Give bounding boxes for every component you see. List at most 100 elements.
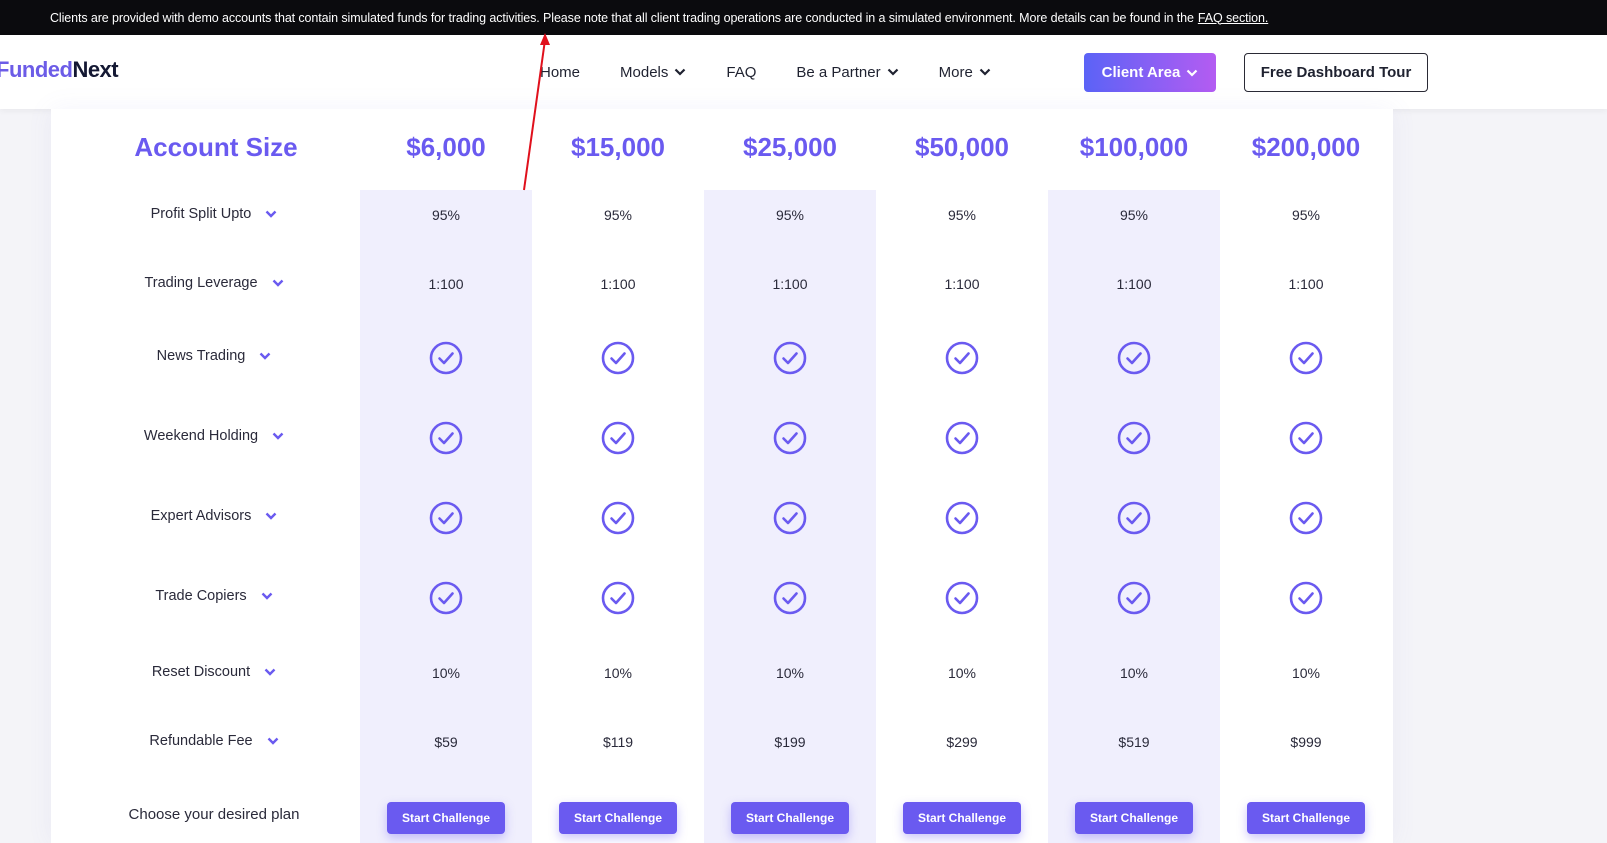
feature-label-text: Weekend Holding (143, 428, 259, 444)
check-circle-icon (1117, 341, 1151, 375)
account-size-header: $100,000 (1079, 132, 1189, 162)
chevron-down-icon[interactable] (265, 210, 277, 218)
feature-value-cell: 95% (431, 207, 461, 223)
chevron-down-icon (887, 68, 899, 76)
feature-label-text: Reset Discount (151, 664, 251, 680)
feature-value-cell: 1:100 (1116, 276, 1152, 292)
chevron-down-icon[interactable] (265, 512, 277, 520)
nav-faq[interactable]: FAQ (726, 64, 756, 81)
feature-value-cell: 10% (431, 665, 461, 681)
feature-value-cell: 95% (775, 207, 805, 223)
notice-text: Clients are provided with demo accounts … (50, 10, 1194, 25)
feature-row-label: Weekend Holding (104, 428, 324, 444)
feature-label-text: Profit Split Upto (150, 206, 252, 222)
check-circle-icon (429, 341, 463, 375)
feature-value-cell: 10% (1119, 665, 1149, 681)
feature-row-label: Trading Leverage (104, 275, 324, 291)
feature-value-cell: 95% (1291, 207, 1321, 223)
check-circle-icon (773, 501, 807, 535)
check-circle-icon (429, 501, 463, 535)
start-challenge-button[interactable]: Start Challenge (731, 802, 849, 834)
fundednext-logo[interactable]: FundedNext (0, 57, 119, 83)
check-circle-icon (429, 581, 463, 615)
feature-row-label: Profit Split Upto (104, 206, 324, 222)
feature-value-cell: $119 (602, 734, 634, 750)
check-circle-icon (773, 421, 807, 455)
check-circle-icon (1117, 421, 1151, 455)
check-circle-icon (1117, 501, 1151, 535)
check-circle-icon (601, 581, 635, 615)
check-circle-icon (1289, 341, 1323, 375)
feature-row-label: Trade Copiers (104, 588, 324, 604)
feature-label-text: News Trading (156, 348, 246, 364)
choose-plan-label: Choose your desired plan (128, 806, 300, 823)
account-size-label: Account Size (134, 132, 298, 162)
feature-value-cell: 95% (1119, 207, 1149, 223)
feature-value-cell: 10% (947, 665, 977, 681)
start-challenge-button[interactable]: Start Challenge (1075, 802, 1193, 834)
chevron-down-icon[interactable] (259, 352, 271, 360)
client-area-button[interactable]: Client Area (1084, 53, 1216, 92)
check-circle-icon (429, 421, 463, 455)
feature-value-cell: $59 (434, 734, 458, 750)
check-circle-icon (1289, 421, 1323, 455)
feature-value-cell: 10% (1291, 665, 1321, 681)
nav-models[interactable]: Models (620, 64, 686, 81)
check-circle-icon (601, 341, 635, 375)
chevron-down-icon[interactable] (272, 432, 284, 440)
chevron-down-icon[interactable] (267, 737, 279, 745)
feature-row-label: Expert Advisors (104, 508, 324, 524)
feature-value-cell: 1:100 (772, 276, 808, 292)
check-circle-icon (945, 421, 979, 455)
check-circle-icon (773, 581, 807, 615)
top-navbar: FundedNext Home Models FAQ Be a Partner … (0, 35, 1607, 109)
feature-value-cell: 95% (947, 207, 977, 223)
account-size-header: $200,000 (1251, 132, 1361, 162)
free-dashboard-tour-button[interactable]: Free Dashboard Tour (1244, 53, 1428, 92)
feature-value-cell: $999 (1290, 734, 1322, 750)
account-size-header: $15,000 (571, 132, 665, 162)
chevron-down-icon (674, 68, 686, 76)
feature-label-text: Refundable Fee (149, 733, 253, 749)
feature-label-text: Trading Leverage (144, 275, 258, 291)
feature-value-cell: $199 (774, 734, 806, 750)
feature-value-cell: 1:100 (1288, 276, 1324, 292)
check-circle-icon (945, 501, 979, 535)
faq-link[interactable]: FAQ section. (1198, 11, 1268, 25)
check-circle-icon (601, 501, 635, 535)
account-size-header: $50,000 (915, 132, 1009, 162)
chevron-down-icon[interactable] (264, 668, 276, 676)
start-challenge-button[interactable]: Start Challenge (387, 802, 505, 834)
feature-label-text: Expert Advisors (150, 508, 252, 524)
start-challenge-button[interactable]: Start Challenge (903, 802, 1021, 834)
check-circle-icon (945, 341, 979, 375)
feature-value-cell: 10% (603, 665, 633, 681)
feature-value-cell: 1:100 (428, 276, 464, 292)
feature-value-cell: 95% (603, 207, 633, 223)
check-circle-icon (945, 581, 979, 615)
account-size-header: $6,000 (406, 132, 486, 162)
check-circle-icon (1117, 581, 1151, 615)
check-circle-icon (1289, 501, 1323, 535)
chevron-down-icon[interactable] (261, 592, 273, 600)
feature-value-cell: 10% (775, 665, 805, 681)
start-challenge-button[interactable]: Start Challenge (1247, 802, 1365, 834)
chevron-down-icon (979, 68, 991, 76)
feature-value-cell: 1:100 (600, 276, 636, 292)
chevron-down-icon[interactable] (272, 279, 284, 287)
feature-row-label: Refundable Fee (104, 733, 324, 749)
nav-be-a-partner[interactable]: Be a Partner (796, 64, 898, 81)
feature-value-cell: $519 (1118, 734, 1150, 750)
check-circle-icon (1289, 581, 1323, 615)
check-circle-icon (773, 341, 807, 375)
feature-label-text: Trade Copiers (155, 588, 247, 604)
feature-value-cell: $299 (946, 734, 978, 750)
feature-value-cell: 1:100 (944, 276, 980, 292)
demo-notice-bar: Clients are provided with demo accounts … (0, 0, 1607, 35)
start-challenge-button[interactable]: Start Challenge (559, 802, 677, 834)
nav-links: Home Models FAQ Be a Partner More (540, 35, 1031, 109)
check-circle-icon (601, 421, 635, 455)
nav-more[interactable]: More (939, 64, 991, 81)
feature-row-label: News Trading (104, 348, 324, 364)
nav-home[interactable]: Home (540, 64, 580, 81)
